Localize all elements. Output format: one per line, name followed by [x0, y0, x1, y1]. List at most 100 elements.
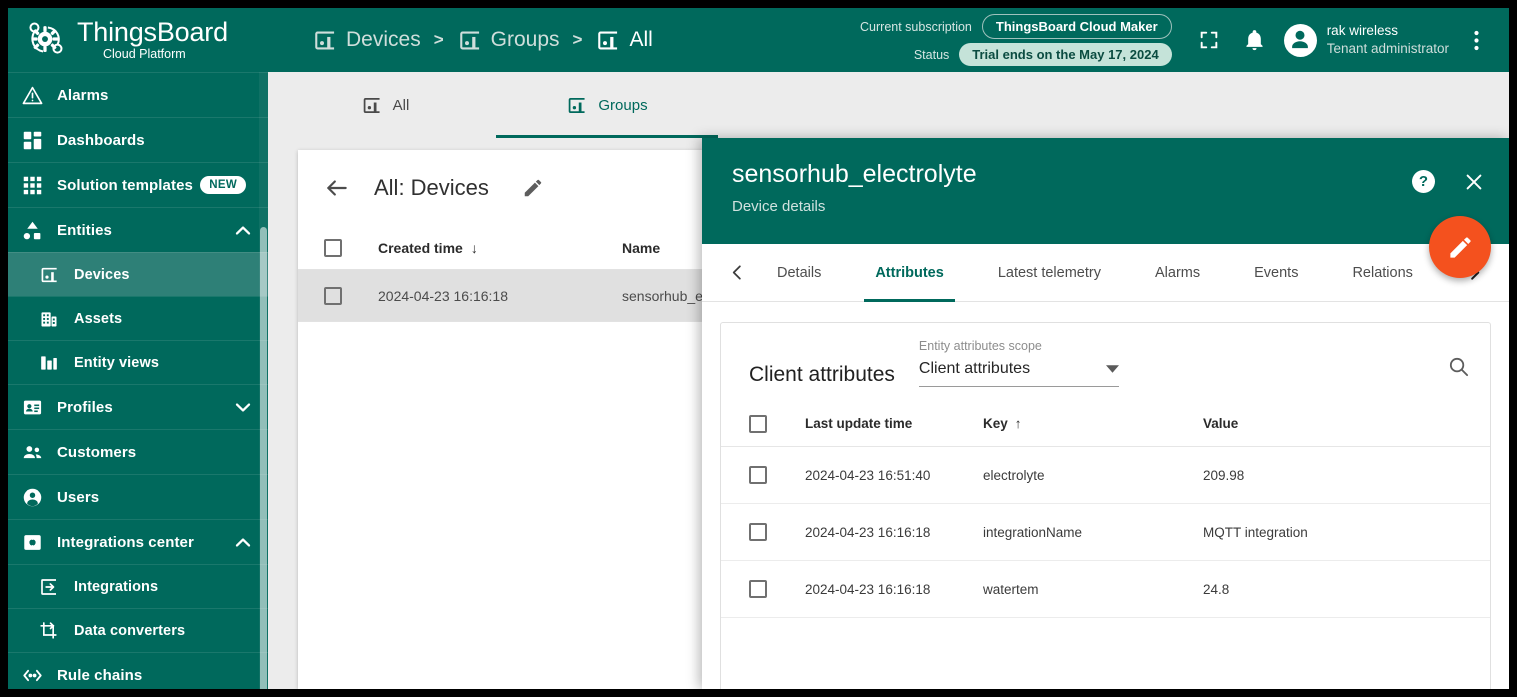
breadcrumb-item-devices[interactable]: Devices: [312, 28, 421, 53]
sidebar-scrollbar-track[interactable]: [259, 72, 268, 689]
close-icon[interactable]: [1463, 171, 1485, 193]
select-all-devices-checkbox[interactable]: [324, 238, 342, 257]
row-checkbox[interactable]: [749, 523, 767, 541]
edit-device-fab[interactable]: [1429, 216, 1491, 278]
data-converters-icon: [38, 620, 60, 642]
chevron-left-icon[interactable]: [724, 260, 750, 286]
sidebar-item-label: Data converters: [74, 622, 186, 639]
chevron-up-icon[interactable]: [234, 533, 252, 551]
chevron-down-icon[interactable]: [234, 398, 252, 416]
device-details-title: sensorhub_electrolyte: [732, 160, 977, 188]
entity-attributes-scope-field: Entity attributes scope Client attribute…: [918, 339, 1119, 387]
rule-chains-icon: [21, 664, 43, 686]
table-row[interactable]: 2024-04-23 16:16:18 integrationName MQTT i…: [721, 504, 1490, 561]
column-label-name: Name: [622, 239, 661, 256]
fullscreen-button[interactable]: [1186, 17, 1232, 63]
detail-tab-relations[interactable]: Relations: [1325, 244, 1439, 302]
sidebar-item-profiles[interactable]: Profiles: [8, 384, 268, 429]
user-menu[interactable]: rak wireless Tenant administrator: [1283, 22, 1449, 57]
sidebar-item-label: Rule chains: [57, 666, 143, 684]
arrow-left-icon[interactable]: [324, 175, 350, 201]
sidebar: ThingsBoard Cloud Platform Alarms Dashboa…: [8, 8, 268, 689]
cell-value: MQTT integration: [1203, 524, 1308, 540]
row-checkbox[interactable]: [749, 580, 767, 598]
breadcrumb-separator: >: [433, 30, 444, 49]
integrations-icon: [38, 576, 60, 598]
cell-last-update-time: 2024-04-23 16:51:40: [805, 467, 931, 483]
tab-all[interactable]: All: [274, 72, 496, 138]
cell-created-time: 2024-04-23 16:16:18: [378, 287, 508, 304]
device-icon: [312, 28, 337, 53]
more-options-button[interactable]: [1453, 17, 1499, 63]
detail-tab-alarms[interactable]: Alarms: [1128, 244, 1227, 302]
sidebar-item-label: Integrations center: [57, 533, 194, 551]
user-role: Tenant administrator: [1326, 41, 1449, 56]
sidebar-item-dashboards[interactable]: Dashboards: [8, 117, 268, 162]
sidebar-item-devices[interactable]: Devices: [8, 252, 268, 296]
column-label-last-update-time: Last update time: [805, 416, 913, 431]
profiles-icon: [21, 396, 43, 418]
sidebar-item-label: Solution templates: [57, 176, 193, 194]
table-row[interactable]: 2024-04-23 16:51:40 electrolyte 209.98: [721, 447, 1490, 504]
breadcrumb: Devices > Groups > All: [312, 28, 653, 53]
sidebar-item-rule-chains[interactable]: Rule chains: [8, 652, 268, 689]
pencil-icon: [1449, 236, 1471, 258]
row-checkbox[interactable]: [324, 286, 342, 305]
sidebar-item-data-converters[interactable]: Data converters: [8, 608, 268, 652]
tab-groups[interactable]: Groups: [496, 72, 718, 138]
row-checkbox[interactable]: [749, 466, 767, 484]
status-badge[interactable]: Trial ends on the May 17, 2024: [959, 43, 1172, 66]
column-header-value[interactable]: Value: [1203, 416, 1490, 431]
sidebar-scrollbar-thumb[interactable]: [260, 227, 267, 689]
sort-arrow-icon: ↑: [1014, 416, 1022, 431]
notifications-button[interactable]: [1232, 17, 1278, 63]
device-details-subtitle: Device details: [732, 198, 826, 215]
sidebar-item-solution-templates[interactable]: Solution templates NEW: [8, 162, 268, 207]
subscription-badge[interactable]: ThingsBoard Cloud Maker: [981, 14, 1172, 39]
sidebar-item-alarms[interactable]: Alarms: [8, 72, 268, 117]
cell-value: 209.98: [1203, 467, 1245, 483]
breadcrumb-item-groups[interactable]: Groups: [457, 28, 560, 53]
sort-arrow-icon: ↓: [470, 239, 478, 256]
users-icon: [21, 486, 43, 508]
attributes-column-headers: Last update time Key ↑ Value: [721, 401, 1490, 447]
sidebar-item-entities[interactable]: Entities: [8, 207, 268, 252]
bell-icon: [1246, 29, 1263, 50]
pencil-icon[interactable]: [522, 177, 544, 199]
sidebar-item-label: Customers: [57, 443, 137, 461]
top-bar-actions: rak wireless Tenant administrator: [1186, 17, 1499, 63]
detail-tab-attributes[interactable]: Attributes: [848, 244, 970, 302]
detail-tab-events[interactable]: Events: [1227, 244, 1325, 302]
help-icon[interactable]: ?: [1412, 170, 1435, 193]
cell-key: watertem: [983, 581, 1039, 597]
brand-logo[interactable]: ThingsBoard Cloud Platform: [8, 8, 268, 72]
column-header-key[interactable]: Key ↑: [983, 416, 1203, 431]
search-attributes-button[interactable]: [1447, 355, 1470, 383]
breadcrumb-item-all[interactable]: All: [595, 28, 653, 53]
column-header-last-update-time[interactable]: Last update time: [805, 416, 983, 431]
top-bar: Devices > Groups > All Current subscription …: [268, 8, 1509, 72]
breadcrumb-label: All: [629, 28, 653, 51]
cell-last-update-time: 2024-04-23 16:16:18: [805, 524, 931, 540]
scope-select[interactable]: Client attributes: [918, 360, 1119, 387]
detail-tab-details[interactable]: Details: [750, 244, 848, 302]
table-row[interactable]: 2024-04-23 16:16:18 watertem 24.8: [721, 561, 1490, 618]
tab-label: All: [392, 96, 410, 114]
devices-table-title: All: Devices: [374, 175, 489, 200]
sidebar-item-customers[interactable]: Customers: [8, 429, 268, 474]
sidebar-item-label: Devices: [74, 266, 130, 283]
sidebar-item-entity-views[interactable]: Entity views: [8, 340, 268, 384]
detail-tab-latest-telemetry[interactable]: Latest telemetry: [971, 244, 1128, 302]
device-details-panel: sensorhub_electrolyte Device details ? D…: [702, 138, 1509, 689]
fullscreen-icon: [1200, 31, 1217, 49]
sidebar-item-users[interactable]: Users: [8, 474, 268, 519]
select-all-attributes-checkbox[interactable]: [749, 414, 767, 433]
subscription-info: Current subscription ThingsBoard Cloud M…: [860, 14, 1172, 66]
sidebar-item-assets[interactable]: Assets: [8, 296, 268, 340]
column-header-created-time[interactable]: Created time ↓: [378, 240, 622, 256]
sidebar-item-integrations-center[interactable]: Integrations center: [8, 519, 268, 564]
device-details-tabs: Details Attributes Latest telemetry Alarms E…: [702, 244, 1509, 302]
thingsboard-logo-icon: [29, 22, 63, 54]
sidebar-item-integrations[interactable]: Integrations: [8, 564, 268, 608]
chevron-up-icon[interactable]: [234, 221, 252, 239]
